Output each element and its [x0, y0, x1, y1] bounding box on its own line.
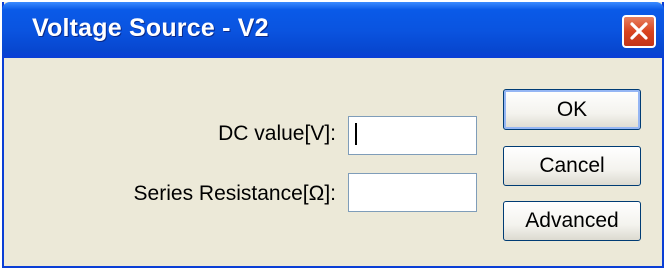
- close-button[interactable]: [622, 15, 656, 48]
- text-caret: [355, 123, 357, 145]
- advanced-button[interactable]: Advanced: [503, 201, 641, 241]
- series-resistance-input[interactable]: [348, 173, 477, 212]
- window-title: Voltage Source - V2: [32, 14, 269, 42]
- series-resistance-label: Series Resistance[Ω]:: [133, 182, 336, 205]
- dc-value-label: DC value[V]:: [218, 122, 336, 145]
- dialog-window: Voltage Source - V2 DC value[V]: Series …: [2, 2, 664, 268]
- ok-button[interactable]: OK: [503, 89, 641, 130]
- title-bar[interactable]: Voltage Source - V2: [2, 2, 664, 58]
- dc-value-input[interactable]: [348, 116, 477, 155]
- close-icon: [630, 22, 648, 40]
- cancel-button[interactable]: Cancel: [503, 146, 641, 186]
